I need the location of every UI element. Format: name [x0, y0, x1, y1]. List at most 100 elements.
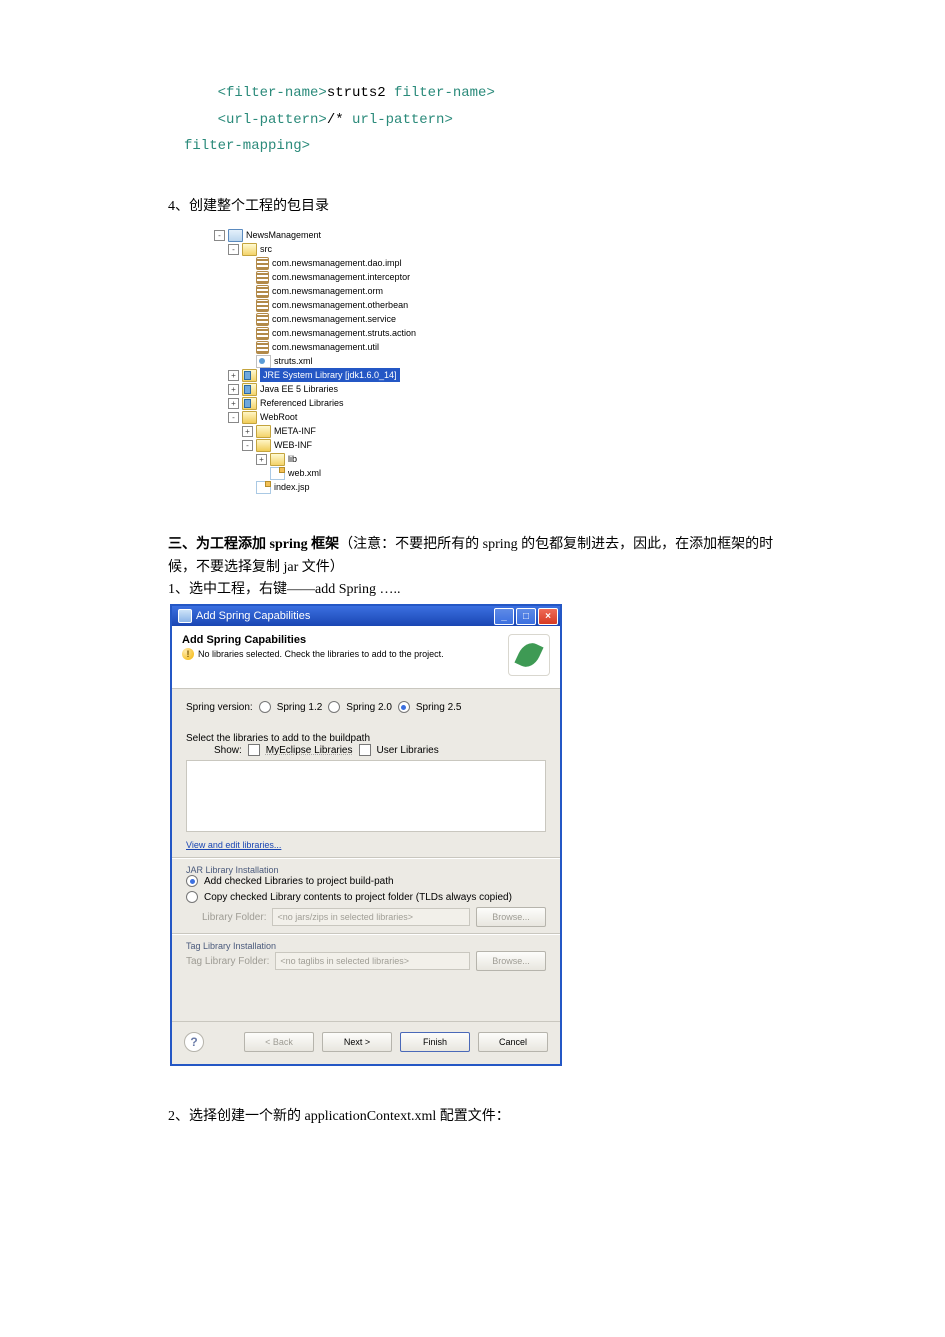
- tree-node-project[interactable]: NewsManagement: [246, 228, 321, 242]
- package-icon: [256, 327, 269, 340]
- add-spring-dialog: Add Spring Capabilities _ □ × Add Spring…: [170, 604, 562, 1066]
- folder-icon: [270, 453, 285, 466]
- package-icon: [256, 271, 269, 284]
- checkbox-label: User Libraries: [377, 745, 439, 756]
- code-tag: url-pattern>: [344, 112, 453, 128]
- tree-node-package[interactable]: com.newsmanagement.orm: [272, 284, 383, 298]
- xml-file-icon: [256, 355, 271, 368]
- package-icon: [256, 299, 269, 312]
- section-3-heading-bold: 三、为工程添加 spring 框架: [168, 537, 339, 552]
- tree-node-webroot[interactable]: WebRoot: [260, 410, 297, 424]
- radio-label: Spring 2.5: [416, 702, 462, 713]
- package-icon: [256, 341, 269, 354]
- maximize-button[interactable]: □: [516, 608, 536, 625]
- tree-node-package[interactable]: com.newsmanagement.service: [272, 312, 396, 326]
- tree-node-indexjsp[interactable]: index.jsp: [274, 480, 310, 494]
- folder-open-icon: [242, 411, 257, 424]
- tree-node-struts-xml[interactable]: struts.xml: [274, 354, 313, 368]
- checkbox-user-libs[interactable]: [359, 744, 371, 756]
- code-text: /*: [327, 112, 344, 128]
- project-icon: [228, 229, 243, 242]
- spring-leaf-icon: [508, 634, 550, 676]
- tree-toggle[interactable]: -: [228, 412, 239, 423]
- dialog-banner: Add Spring Capabilities ! No libraries s…: [172, 626, 560, 689]
- tree-node-jre-selected[interactable]: JRE System Library [jdk1.6.0_14]: [260, 368, 400, 382]
- checkbox-myeclipse-libs[interactable]: [248, 744, 260, 756]
- tree-node-lib[interactable]: lib: [288, 452, 297, 466]
- tree-node-package[interactable]: com.newsmanagement.struts.action: [272, 326, 416, 340]
- next-button[interactable]: Next >: [322, 1032, 392, 1052]
- radio-spring-2-0[interactable]: [328, 701, 340, 713]
- tree-node-src[interactable]: src: [260, 242, 272, 256]
- tree-toggle[interactable]: +: [228, 370, 239, 381]
- radio-label: Copy checked Library contents to project…: [204, 892, 512, 903]
- tree-toggle[interactable]: -: [228, 244, 239, 255]
- tree-node-metainf[interactable]: META-INF: [274, 424, 316, 438]
- code-tag: filter-name>: [386, 85, 495, 101]
- section-3-step-2: 2、选择创建一个新的 applicationContext.xml 配置文件：: [168, 1106, 777, 1128]
- checkbox-label: MyEclipse Libraries: [266, 745, 353, 756]
- folder-icon: [256, 425, 271, 438]
- finish-button[interactable]: Finish: [400, 1032, 470, 1052]
- tree-toggle[interactable]: +: [228, 384, 239, 395]
- browse-button: Browse...: [476, 907, 546, 927]
- radio-add-to-buildpath[interactable]: [186, 875, 198, 887]
- library-folder-label: Library Folder:: [202, 912, 266, 923]
- radio-label: Spring 2.0: [346, 702, 392, 713]
- tree-node-package[interactable]: com.newsmanagement.dao.impl: [272, 256, 402, 270]
- tree-node-package[interactable]: com.newsmanagement.otherbean: [272, 298, 408, 312]
- libraries-list[interactable]: [186, 760, 546, 832]
- cancel-button[interactable]: Cancel: [478, 1032, 548, 1052]
- banner-title: Add Spring Capabilities: [182, 634, 444, 646]
- tag-install-title: Tag Library Installation: [186, 941, 546, 951]
- help-button[interactable]: ?: [184, 1032, 204, 1052]
- minimize-button[interactable]: _: [494, 608, 514, 625]
- folder-open-icon: [256, 439, 271, 452]
- select-libraries-label: Select the libraries to add to the build…: [186, 733, 546, 744]
- radio-spring-1-2[interactable]: [259, 701, 271, 713]
- package-icon: [256, 285, 269, 298]
- tree-toggle[interactable]: -: [214, 230, 225, 241]
- radio-copy-to-folder[interactable]: [186, 891, 198, 903]
- radio-label: Spring 1.2: [277, 702, 323, 713]
- jar-install-title: JAR Library Installation: [186, 865, 546, 875]
- library-icon: [242, 383, 257, 396]
- banner-message: No libraries selected. Check the librari…: [198, 649, 444, 659]
- package-icon: [256, 313, 269, 326]
- tree-node-webinf[interactable]: WEB-INF: [274, 438, 312, 452]
- back-button: < Back: [244, 1032, 314, 1052]
- library-icon: [242, 369, 257, 382]
- folder-icon: [242, 243, 257, 256]
- package-icon: [256, 257, 269, 270]
- warning-icon: !: [182, 648, 194, 660]
- section-3-step-1: 1、选中工程，右键——add Spring …..: [168, 579, 777, 601]
- library-folder-input: <no jars/zips in selected libraries>: [272, 908, 470, 926]
- tree-toggle[interactable]: -: [242, 440, 253, 451]
- code-tag: <filter-name>: [218, 85, 327, 101]
- browse-button: Browse...: [476, 951, 546, 971]
- tree-node-package[interactable]: com.newsmanagement.util: [272, 340, 379, 354]
- tree-toggle[interactable]: +: [256, 454, 267, 465]
- section-3-heading: 三、为工程添加 spring 框架（注意：不要把所有的 spring 的包都复制…: [168, 534, 777, 579]
- dialog-app-icon: [178, 609, 192, 623]
- tree-toggle[interactable]: +: [242, 426, 253, 437]
- code-text: struts2: [327, 85, 386, 101]
- library-icon: [242, 397, 257, 410]
- tree-node-webxml[interactable]: web.xml: [288, 466, 321, 480]
- tree-toggle[interactable]: +: [228, 398, 239, 409]
- xml-code-block: <filter-name>struts2 filter-name> <url-p…: [184, 80, 777, 160]
- code-tag: filter-mapping>: [184, 138, 310, 154]
- view-edit-link[interactable]: View and edit libraries...: [186, 840, 281, 850]
- tree-node-package[interactable]: com.newsmanagement.interceptor: [272, 270, 410, 284]
- dialog-title: Add Spring Capabilities: [196, 610, 310, 622]
- tag-folder-label: Tag Library Folder:: [186, 956, 269, 967]
- close-button[interactable]: ×: [538, 608, 558, 625]
- tree-node-javaee[interactable]: Java EE 5 Libraries: [260, 382, 338, 396]
- radio-label: Add checked Libraries to project build-p…: [204, 876, 394, 887]
- spring-version-label: Spring version:: [186, 702, 253, 713]
- dialog-titlebar[interactable]: Add Spring Capabilities _ □ ×: [172, 606, 560, 626]
- show-label: Show:: [214, 745, 242, 756]
- radio-spring-2-5[interactable]: [398, 701, 410, 713]
- xml-file-icon: [270, 467, 285, 480]
- tree-node-referenced[interactable]: Referenced Libraries: [260, 396, 344, 410]
